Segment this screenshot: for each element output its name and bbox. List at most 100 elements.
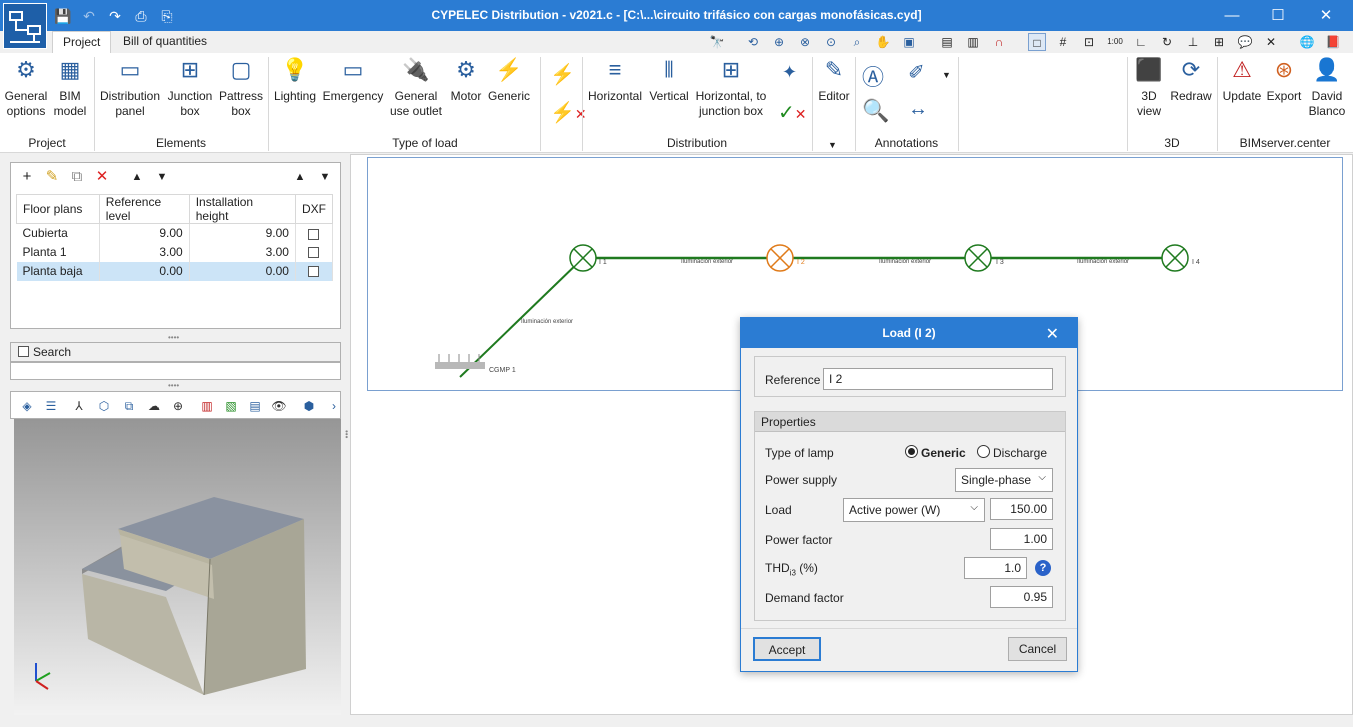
- window-icon[interactable]: ▣: [900, 33, 918, 51]
- bim-model-button[interactable]: ▦ BIM model: [50, 55, 90, 119]
- orbit-icon[interactable]: ⊕: [169, 397, 187, 415]
- help-book-icon[interactable]: 📕: [1324, 33, 1342, 51]
- magic-wand-icon[interactable]: ✦: [782, 62, 806, 86]
- zoom-icon[interactable]: ⌕: [848, 33, 866, 51]
- settings-frame-icon[interactable]: ⊞: [1210, 33, 1228, 51]
- 3d-viewport[interactable]: [14, 419, 341, 715]
- section-icon[interactable]: ▥: [198, 397, 216, 415]
- splitter-handle[interactable]: ••••: [168, 381, 179, 390]
- emergency-button[interactable]: ▭ Emergency: [322, 55, 384, 104]
- globe-icon[interactable]: 🌐: [1298, 33, 1316, 51]
- search-annotation-icon[interactable]: 🔍: [862, 98, 892, 128]
- tab-bill-of-quantities[interactable]: Bill of quantities: [113, 31, 217, 53]
- reference-input[interactable]: I 2: [823, 368, 1053, 390]
- load-type-select[interactable]: Active power (W) ⌵: [843, 498, 985, 522]
- junction-box-button[interactable]: ⊞ Junction box: [165, 55, 215, 119]
- dxf-checkbox[interactable]: [308, 228, 320, 240]
- horizontal-to-junction-box-button[interactable]: ⊞ Horizontal, to junction box: [693, 55, 769, 119]
- more-icon[interactable]: ›: [325, 397, 343, 415]
- copy-icon[interactable]: ⧉: [67, 167, 87, 187]
- rotate-icon[interactable]: ↻: [1158, 33, 1176, 51]
- dxf-icon[interactable]: ▤: [938, 33, 956, 51]
- column-header[interactable]: Installation height: [188, 194, 296, 224]
- text-annotation-icon[interactable]: Ⓐ: [862, 60, 892, 90]
- visibility-eye-icon[interactable]: 👁: [270, 397, 288, 415]
- table-row[interactable]: Planta 1 3.00 3.00: [16, 242, 334, 262]
- search-checkbox[interactable]: [18, 346, 29, 357]
- lighting-button[interactable]: 💡 Lighting: [270, 55, 320, 104]
- pattress-box-button[interactable]: ▢ Pattress box: [216, 55, 266, 119]
- select-frame-icon[interactable]: □: [1028, 33, 1046, 51]
- pencil-cup-icon[interactable]: ✐: [908, 60, 938, 90]
- scroll-down-icon[interactable]: ▼: [315, 167, 335, 187]
- maximize-button[interactable]: ☐: [1255, 0, 1301, 31]
- annotation-dropdown-icon[interactable]: ▼: [942, 70, 951, 80]
- cancel-button[interactable]: Cancel: [1008, 637, 1067, 661]
- lamp-i4-symbol[interactable]: [1161, 244, 1189, 272]
- 3d-export-icon[interactable]: ⬢: [300, 397, 318, 415]
- tools-icon[interactable]: ✕: [1262, 33, 1280, 51]
- table-row[interactable]: Cubierta 9.00 9.00: [16, 223, 334, 243]
- accept-button[interactable]: Accept: [753, 637, 821, 661]
- generic-load-button[interactable]: ⚡ Generic: [487, 55, 531, 104]
- horizontal-distribution-button[interactable]: ≡ Horizontal: [585, 55, 645, 104]
- move-down-icon[interactable]: ▼: [152, 167, 172, 187]
- thd-input[interactable]: 1.0: [964, 557, 1027, 579]
- check-cross-icon[interactable]: ✓✕: [778, 100, 808, 126]
- delete-load-icon[interactable]: ⚡✕: [550, 100, 587, 126]
- power-factor-input[interactable]: 1.00: [990, 528, 1053, 550]
- dxf-checkbox[interactable]: [308, 266, 320, 278]
- minimize-button[interactable]: —: [1209, 0, 1255, 31]
- dxf-settings-icon[interactable]: ▥: [964, 33, 982, 51]
- motor-button[interactable]: ⚙ Motor: [446, 55, 486, 104]
- user-account-button[interactable]: 👤 David Blanco: [1305, 55, 1349, 119]
- plan-view-icon[interactable]: ▧: [222, 397, 240, 415]
- close-window-button[interactable]: ✕: [1303, 0, 1349, 31]
- zoom-previous-icon[interactable]: ⊙: [822, 33, 840, 51]
- vertical-distribution-button[interactable]: ⦀ Vertical: [647, 55, 691, 104]
- column-header[interactable]: Reference level: [98, 194, 190, 224]
- lamp-i3-symbol[interactable]: [964, 244, 992, 272]
- snap-magnet-icon[interactable]: ∩: [990, 33, 1008, 51]
- splitter-handle[interactable]: ••••: [168, 333, 179, 342]
- column-header[interactable]: DXF: [294, 194, 334, 224]
- scroll-up-icon[interactable]: ▲: [290, 167, 310, 187]
- 3d-view-button[interactable]: ⬛ 3D view: [1131, 55, 1167, 119]
- cube-view-icon[interactable]: ⬡: [95, 397, 113, 415]
- delete-icon[interactable]: ✕: [92, 167, 112, 187]
- grid-icon[interactable]: #: [1054, 33, 1072, 51]
- table-row-selected[interactable]: Planta baja 0.00 0.00: [16, 261, 334, 281]
- edit-pencil-icon[interactable]: ✎: [42, 167, 62, 187]
- dxf-checkbox[interactable]: [308, 247, 320, 259]
- comment-icon[interactable]: 💬: [1236, 33, 1254, 51]
- help-icon[interactable]: ?: [1035, 560, 1051, 576]
- pan-hand-icon[interactable]: ✋: [874, 33, 892, 51]
- copy-view-icon[interactable]: ⧉: [120, 397, 138, 415]
- render-icon[interactable]: ☁: [145, 397, 163, 415]
- axes-icon[interactable]: ⅄: [70, 397, 88, 415]
- grid-view-icon[interactable]: ▤: [246, 397, 264, 415]
- layers-icon[interactable]: ☰: [42, 397, 60, 415]
- radio-generic[interactable]: [905, 445, 918, 458]
- zoom-extents-icon[interactable]: ⊕: [770, 33, 788, 51]
- editor-dropdown-icon[interactable]: ▼: [828, 140, 837, 150]
- app-logo-icon[interactable]: [3, 3, 47, 49]
- dimension-icon[interactable]: ↔: [908, 98, 938, 128]
- update-button[interactable]: ⚠ Update: [1220, 55, 1264, 104]
- radio-discharge[interactable]: [977, 445, 990, 458]
- editor-button[interactable]: ✎ Editor: [815, 55, 853, 104]
- angle-icon[interactable]: ∟: [1132, 33, 1150, 51]
- power-supply-select[interactable]: Single-phase ⌵: [955, 468, 1053, 492]
- edit-load-icon[interactable]: ⚡: [550, 62, 576, 88]
- distribution-panel-symbol[interactable]: [435, 362, 485, 369]
- distribution-panel-button[interactable]: ▭ Distribution panel: [97, 55, 163, 119]
- move-up-icon[interactable]: ▲: [127, 167, 147, 187]
- 3d-mode-icon[interactable]: ◈: [18, 397, 36, 415]
- lamp-i1-symbol[interactable]: [569, 244, 597, 272]
- snap-point-icon[interactable]: ⊡: [1080, 33, 1098, 51]
- search-input[interactable]: [10, 362, 341, 380]
- column-header[interactable]: Floor plans: [16, 194, 100, 224]
- lamp-i2-symbol[interactable]: [766, 244, 794, 272]
- zoom-window-icon[interactable]: ⊗: [796, 33, 814, 51]
- general-use-outlet-button[interactable]: 🔌 General use outlet: [386, 55, 446, 119]
